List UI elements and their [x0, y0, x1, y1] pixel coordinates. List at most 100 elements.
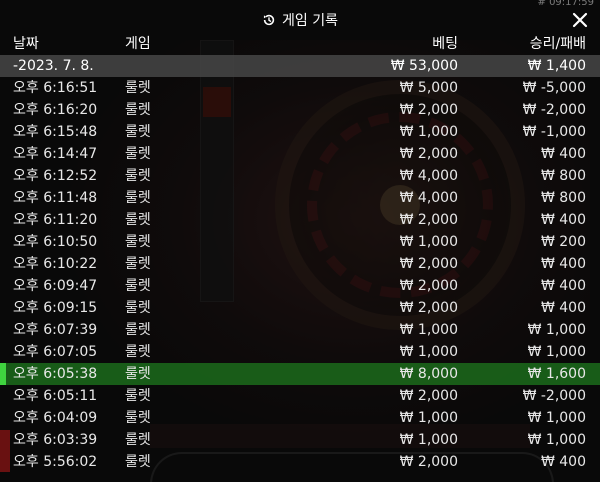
table-row[interactable]: 오후 6:12:52 룰렛 ₩ 4,000 ₩ 800 [0, 165, 600, 187]
table-row[interactable]: 오후 6:11:20 룰렛 ₩ 2,000 ₩ 400 [0, 209, 600, 231]
row-winloss: ₩ 1,000 [527, 322, 586, 338]
row-bet: ₩ 1,000 [399, 344, 458, 360]
row-winloss: ₩ -5,000 [522, 80, 586, 96]
table-row[interactable]: 오후 6:16:51 룰렛 ₩ 5,000 ₩ -5,000 [0, 77, 600, 99]
row-bet: ₩ 2,000 [399, 102, 458, 118]
row-winloss: ₩ 800 [540, 190, 586, 206]
row-bet: ₩ 8,000 [399, 366, 458, 382]
row-winloss: ₩ -2,000 [522, 388, 586, 404]
row-winloss: ₩ 1,000 [527, 432, 586, 448]
row-game: 룰렛 [125, 432, 151, 448]
row-bet: ₩ 4,000 [399, 190, 458, 206]
row-time: 오후 5:56:02 [13, 454, 98, 470]
row-bet: ₩ 2,000 [399, 300, 458, 316]
row-time: 오후 6:07:39 [13, 322, 98, 338]
row-game: 룰렛 [125, 388, 151, 404]
game-history-dialog-header: 게임 기록 [0, 8, 600, 32]
row-game: 룰렛 [125, 234, 151, 250]
table-row[interactable]: 오후 6:10:50 룰렛 ₩ 1,000 ₩ 200 [0, 231, 600, 253]
row-bet: ₩ 1,000 [399, 432, 458, 448]
row-winloss: ₩ 400 [540, 256, 586, 272]
date-group-winloss-total: ₩ 1,400 [527, 58, 586, 74]
row-time: 오후 6:07:05 [13, 344, 98, 360]
row-bet: ₩ 5,000 [399, 80, 458, 96]
row-game: 룰렛 [125, 454, 151, 470]
row-winloss: ₩ -2,000 [522, 102, 586, 118]
row-bet: ₩ 2,000 [399, 388, 458, 404]
row-time: 오후 6:10:50 [13, 234, 98, 250]
row-winloss: ₩ 400 [540, 300, 586, 316]
row-winloss: ₩ 400 [540, 278, 586, 294]
history-clock-icon [263, 14, 275, 26]
column-header-winloss: 승리/패배 [529, 36, 586, 52]
table-row[interactable]: 오후 6:05:38 룰렛 ₩ 8,000 ₩ 1,600 [0, 363, 600, 385]
row-winloss: ₩ 400 [540, 212, 586, 228]
row-winloss: ₩ -1,000 [522, 124, 586, 140]
row-game: 룰렛 [125, 366, 151, 382]
row-game: 룰렛 [125, 256, 151, 272]
row-winloss: ₩ 1,000 [527, 410, 586, 426]
row-game: 룰렛 [125, 102, 151, 118]
row-time: 오후 6:03:39 [13, 432, 98, 448]
table-row[interactable]: 오후 6:07:05 룰렛 ₩ 1,000 ₩ 1,000 [0, 341, 600, 363]
column-header-date: 날짜 [13, 36, 39, 52]
table-row[interactable]: 오후 6:10:22 룰렛 ₩ 2,000 ₩ 400 [0, 253, 600, 275]
table-header-row: 날짜 게임 베팅 승리/패배 [0, 33, 600, 55]
row-bet: ₩ 1,000 [399, 124, 458, 140]
row-game: 룰렛 [125, 190, 151, 206]
close-icon [572, 12, 588, 28]
row-time: 오후 6:14:47 [13, 146, 98, 162]
row-time: 오후 6:16:51 [13, 80, 98, 96]
game-history-table: 날짜 게임 베팅 승리/패배 -2023. 7. 8. ₩ 53,000 ₩ 1… [0, 33, 600, 473]
table-row[interactable]: 오후 6:05:11 룰렛 ₩ 2,000 ₩ -2,000 [0, 385, 600, 407]
table-row[interactable]: 오후 6:03:39 룰렛 ₩ 1,000 ₩ 1,000 [0, 429, 600, 451]
row-bet: ₩ 4,000 [399, 168, 458, 184]
row-bet: ₩ 2,000 [399, 212, 458, 228]
row-time: 오후 6:10:22 [13, 256, 98, 272]
column-header-bet: 베팅 [432, 36, 458, 52]
table-row[interactable]: 오후 6:04:09 룰렛 ₩ 1,000 ₩ 1,000 [0, 407, 600, 429]
row-winloss: ₩ 1,000 [527, 344, 586, 360]
row-time: 오후 6:05:38 [13, 366, 98, 382]
row-winloss: ₩ 400 [540, 454, 586, 470]
table-row[interactable]: 오후 6:09:15 룰렛 ₩ 2,000 ₩ 400 [0, 297, 600, 319]
table-row[interactable]: 오후 6:16:20 룰렛 ₩ 2,000 ₩ -2,000 [0, 99, 600, 121]
row-time: 오후 6:04:09 [13, 410, 98, 426]
close-button[interactable] [568, 8, 592, 32]
row-bet: ₩ 1,000 [399, 410, 458, 426]
dialog-title: 게임 기록 [0, 8, 600, 32]
row-winloss: ₩ 800 [540, 168, 586, 184]
row-winloss: ₩ 1,600 [527, 366, 586, 382]
row-game: 룰렛 [125, 146, 151, 162]
row-bet: ₩ 2,000 [399, 278, 458, 294]
row-time: 오후 6:15:48 [13, 124, 98, 140]
table-row[interactable]: 오후 6:15:48 룰렛 ₩ 1,000 ₩ -1,000 [0, 121, 600, 143]
row-bet: ₩ 1,000 [399, 322, 458, 338]
row-bet: ₩ 2,000 [399, 146, 458, 162]
row-game: 룰렛 [125, 278, 151, 294]
table-row[interactable]: 오후 5:56:02 룰렛 ₩ 2,000 ₩ 400 [0, 451, 600, 473]
dialog-title-text: 게임 기록 [282, 13, 338, 29]
table-row[interactable]: 오후 6:11:48 룰렛 ₩ 4,000 ₩ 800 [0, 187, 600, 209]
row-game: 룰렛 [125, 322, 151, 338]
row-time: 오후 6:16:20 [13, 102, 98, 118]
row-bet: ₩ 1,000 [399, 234, 458, 250]
row-game: 룰렛 [125, 168, 151, 184]
selected-row-indicator [0, 363, 6, 385]
row-game: 룰렛 [125, 410, 151, 426]
table-row[interactable]: 오후 6:07:39 룰렛 ₩ 1,000 ₩ 1,000 [0, 319, 600, 341]
row-winloss: ₩ 200 [540, 234, 586, 250]
row-time: 오후 6:09:47 [13, 278, 98, 294]
row-bet: ₩ 2,000 [399, 454, 458, 470]
column-header-game: 게임 [125, 36, 151, 52]
table-row[interactable]: 오후 6:14:47 룰렛 ₩ 2,000 ₩ 400 [0, 143, 600, 165]
table-row[interactable]: 오후 6:09:47 룰렛 ₩ 2,000 ₩ 400 [0, 275, 600, 297]
row-game: 룰렛 [125, 124, 151, 140]
row-game: 룰렛 [125, 300, 151, 316]
row-game: 룰렛 [125, 80, 151, 96]
date-group-row[interactable]: -2023. 7. 8. ₩ 53,000 ₩ 1,400 [0, 55, 600, 77]
row-time: 오후 6:11:20 [13, 212, 98, 228]
row-time: 오후 6:05:11 [13, 388, 98, 404]
row-time: 오후 6:11:48 [13, 190, 98, 206]
row-game: 룰렛 [125, 212, 151, 228]
